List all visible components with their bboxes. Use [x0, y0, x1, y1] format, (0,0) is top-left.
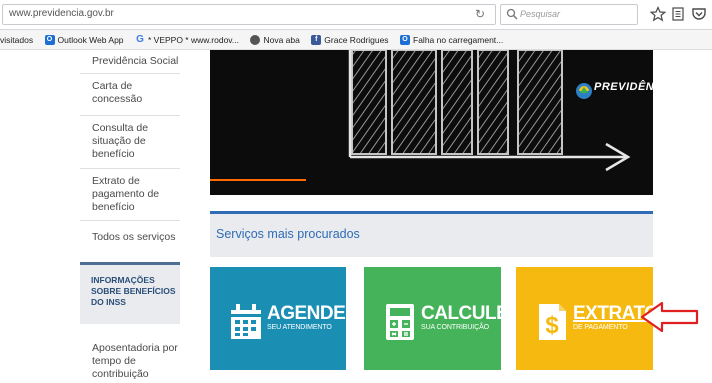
sidebar-item-extrato-de-pagamento[interactable]: Extrato de pagamento de benefício — [80, 169, 180, 221]
browser-toolbar: www.previdencia.gov.br ↻ Pesquisar — [0, 0, 712, 30]
dollar-document-icon: $ — [539, 304, 566, 340]
bookmark-item[interactable]: Nova aba — [250, 30, 300, 49]
firefox-icon — [250, 34, 261, 45]
calcule-subtitle: SUA CONTRIBUIÇÃO — [421, 324, 490, 331]
bookmark-label: visitados — [0, 34, 34, 45]
url-bar[interactable]: www.previdencia.gov.br ↻ — [2, 4, 496, 25]
bookmark-item[interactable]: f Grace Rodrigues — [311, 30, 389, 49]
extrato-subtitle: DE PAGAMENTO — [573, 324, 628, 331]
agende-subtitle: SEU ATENDIMENTO — [267, 324, 332, 331]
google-icon: G — [136, 33, 144, 45]
outlook-icon: O — [44, 34, 55, 45]
services-panel: Serviços mais procurados — [210, 211, 653, 257]
sidebar-item-previdencia-social[interactable]: Previdência Social — [80, 50, 180, 74]
bookmark-label: Grace Rodrigues — [324, 34, 389, 45]
agende-tile[interactable]: AGENDE SEU ATENDIMENTO — [210, 267, 346, 370]
sidebar-item-consulta-de-situacao[interactable]: Consulta de situação de benefício — [80, 116, 180, 169]
red-arrow-annotation — [640, 301, 699, 333]
bookmark-item[interactable]: G * VEPPO * www.rodov... — [135, 30, 239, 49]
bookmark-label: Outlook Web App — [57, 34, 124, 45]
pocket-icon[interactable] — [691, 6, 707, 22]
search-icon — [506, 8, 518, 20]
reload-icon[interactable]: ↻ — [475, 7, 485, 21]
search-box[interactable]: Pesquisar — [500, 4, 638, 25]
search-placeholder: Pesquisar — [520, 9, 561, 19]
sidebar-info-box[interactable]: INFORMAÇÕES SOBRE BENEFÍCIOS DO INSS — [80, 262, 180, 324]
extrato-tile[interactable]: $ EXTRATO DE PAGAMENTO — [516, 267, 653, 370]
hero-banner[interactable]: PREVIDÊN — [210, 50, 653, 195]
calcule-title: CALCULE — [421, 303, 501, 324]
sidebar-item-todos-os-servicos[interactable]: Todos os serviços — [80, 221, 180, 249]
agende-title: AGENDE — [267, 303, 346, 324]
previdencia-logo-text: PREVIDÊN — [594, 81, 653, 93]
sidebar-item-aposentadoria[interactable]: Aposentadoria por tempo de contribuição — [80, 338, 180, 383]
facebook-icon: f — [311, 34, 322, 45]
sidebar-item-carta-de-concessao[interactable]: Carta de concessão — [80, 74, 180, 116]
bookmark-item[interactable]: visitados — [0, 30, 33, 49]
bookmark-label: * VEPPO * www.rodov... — [147, 34, 239, 45]
chalk-bar-illustration — [348, 50, 631, 172]
calcule-tile[interactable]: CALCULE SUA CONTRIBUIÇÃO — [364, 267, 501, 370]
bookmark-item[interactable]: O Outlook Web App — [44, 30, 124, 49]
calculator-icon — [386, 304, 414, 340]
bookmark-label: Nova aba — [263, 34, 300, 45]
star-bookmark-icon[interactable] — [650, 6, 666, 22]
url-text: www.previdencia.gov.br — [9, 8, 114, 19]
services-title: Serviços mais procurados — [216, 227, 360, 241]
page-content: Previdência Social Carta de concessão Co… — [0, 50, 712, 383]
bookmarks-bar: visitados O Outlook Web App G * VEPPO * … — [0, 30, 712, 50]
hero-accent-line — [210, 179, 306, 181]
reading-list-icon[interactable] — [670, 6, 686, 22]
svg-text:$: $ — [545, 312, 559, 339]
bookmark-item[interactable]: O Falha no carregament... — [400, 30, 503, 49]
outlook-icon: O — [400, 34, 411, 45]
calendar-icon — [231, 304, 261, 339]
bookmark-label: Falha no carregament... — [413, 34, 504, 45]
